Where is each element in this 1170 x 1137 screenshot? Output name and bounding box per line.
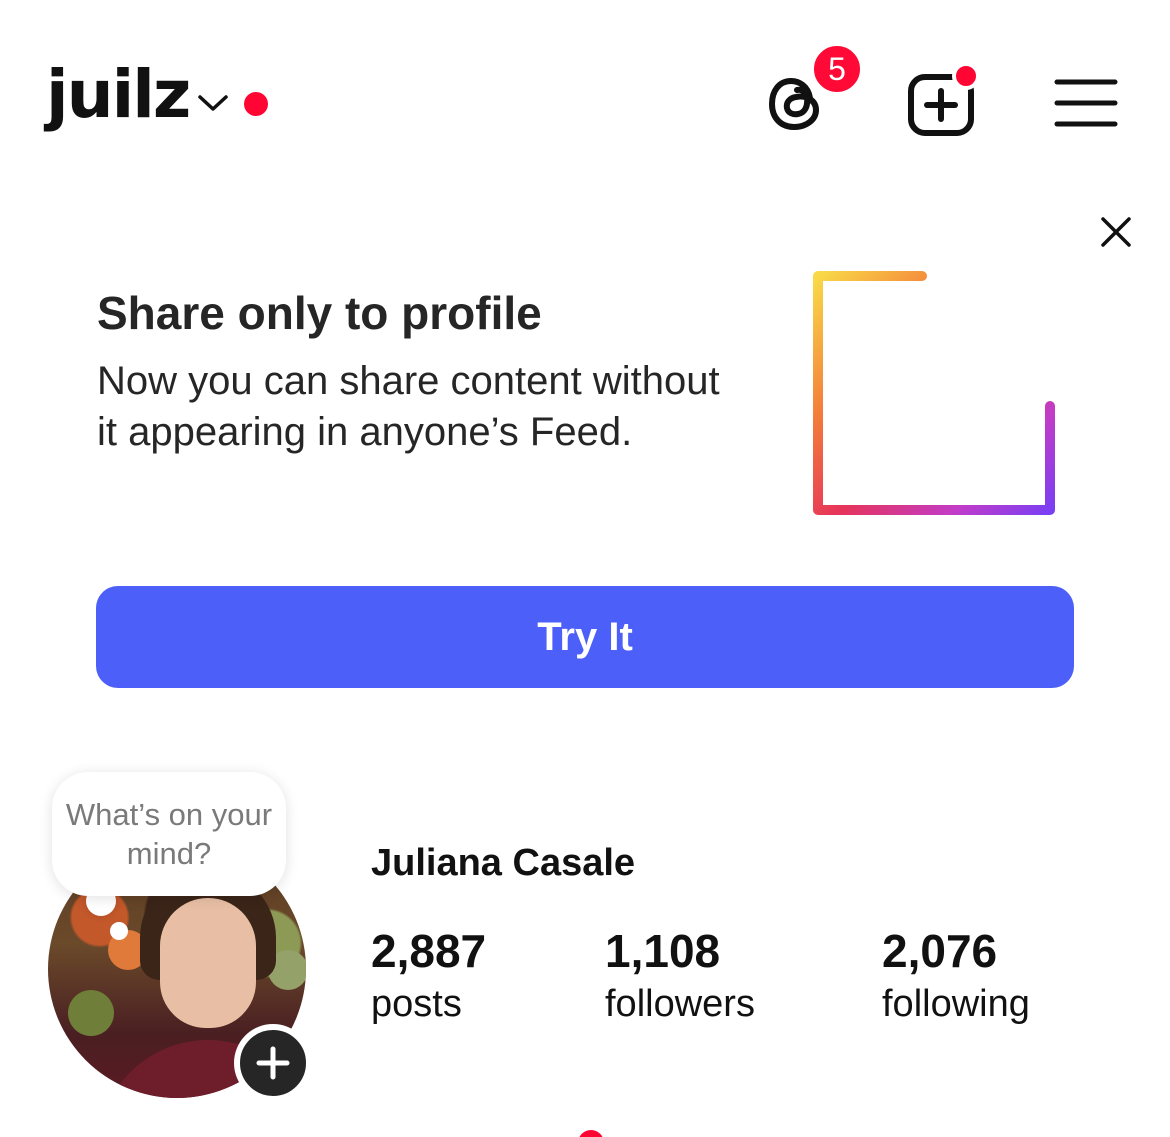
username-switcher[interactable]: juilz bbox=[46, 62, 191, 128]
chevron-down-icon[interactable] bbox=[196, 92, 230, 114]
note-bubble[interactable]: What’s on your mind? bbox=[52, 772, 286, 896]
avatar-photo-detail bbox=[68, 990, 114, 1036]
close-icon[interactable] bbox=[1098, 214, 1134, 250]
stat-following-value: 2,076 bbox=[882, 925, 998, 977]
account-notification-dot bbox=[244, 92, 268, 116]
threads-badge: 5 bbox=[810, 42, 864, 96]
stat-followers-label: followers bbox=[605, 983, 755, 1025]
profile-full-name: Juliana Casale bbox=[371, 842, 636, 884]
promo-description: Now you can share content without it app… bbox=[97, 359, 720, 454]
stat-following[interactable]: 2,076 following bbox=[882, 926, 1030, 1032]
stat-posts[interactable]: 2,887 posts bbox=[371, 926, 486, 1032]
plus-icon bbox=[256, 1046, 290, 1080]
try-it-button[interactable]: Try It bbox=[96, 586, 1074, 688]
create-notification-dot bbox=[952, 62, 980, 90]
profile-screen: juilz 5 Share only to profile Now you ca… bbox=[0, 0, 1170, 1137]
note-bubble-tail bbox=[110, 922, 128, 940]
stat-followers[interactable]: 1,108 followers bbox=[605, 926, 755, 1032]
profile-grid-add-icon bbox=[813, 271, 1057, 515]
stat-following-label: following bbox=[882, 983, 1030, 1025]
avatar-photo-detail bbox=[160, 898, 256, 1028]
add-story-button[interactable] bbox=[234, 1024, 312, 1102]
stat-posts-label: posts bbox=[371, 983, 462, 1025]
hamburger-menu-icon[interactable] bbox=[1054, 78, 1118, 128]
promo-title: Share only to profile bbox=[97, 287, 542, 339]
notification-dot bbox=[578, 1130, 604, 1137]
stat-followers-value: 1,108 bbox=[605, 925, 721, 977]
stat-posts-value: 2,887 bbox=[371, 925, 487, 977]
